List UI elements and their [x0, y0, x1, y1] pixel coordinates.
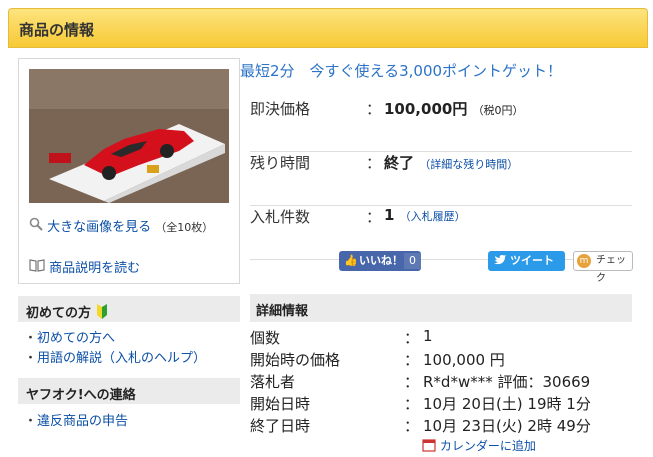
bids-count: 1: [384, 206, 395, 224]
contact-section-title: ヤフオク!への連絡: [26, 388, 136, 403]
time-left-colon: ：: [366, 154, 382, 172]
enlarge-image-link[interactable]: 大きな画像を見る: [47, 220, 151, 235]
tax-note: （税0円）: [472, 104, 524, 117]
beginner-mark-icon: [96, 304, 108, 321]
bullet: ・: [24, 331, 38, 346]
price-row: 即決価格 ： 100,000円 （税0円）: [250, 98, 632, 152]
bids-value: 1 （入札履歴）: [384, 206, 466, 224]
start-date-value: 10月 20日(土) 19時 1分: [423, 395, 591, 413]
search-icon: [29, 217, 47, 235]
detail-colon: ：: [404, 329, 420, 347]
quantity-value: 1: [423, 327, 433, 345]
section-header: 商品の情報: [8, 8, 648, 48]
detail-colon: ：: [404, 417, 420, 435]
time-left-value: 終了 （詳細な残り時間）: [384, 152, 518, 173]
image-count: （全10枚）: [155, 221, 214, 234]
winner-label: 落札者: [250, 373, 296, 391]
time-left-label: 残り時間: [250, 154, 311, 172]
quantity-label: 個数: [250, 329, 281, 347]
beginner-guide-link[interactable]: 初めての方へ: [37, 331, 115, 346]
like-count: 0: [404, 253, 421, 269]
tweet-button[interactable]: ツイート: [488, 251, 565, 271]
bids-label: 入札件数: [250, 208, 311, 226]
check-button[interactable]: m チェック: [573, 251, 633, 284]
contact-section-header: ヤフオク!への連絡: [18, 378, 240, 404]
calendar-icon: [422, 439, 440, 453]
section-title: 商品の情報: [19, 21, 95, 39]
start-price-label: 開始時の価格: [250, 351, 341, 369]
beginner-section-title: 初めての方: [26, 306, 92, 321]
description-row: 商品説明を読む: [29, 258, 140, 279]
bullet: ・: [24, 351, 38, 366]
detail-colon: ：: [404, 351, 420, 369]
price-amount: 100,000円: [384, 100, 468, 118]
time-left-status: 終了: [384, 154, 415, 172]
start-date-label: 開始日時: [250, 395, 311, 413]
beginner-section-header: 初めての方: [18, 296, 240, 322]
bids-colon: ：: [366, 208, 382, 226]
facebook-like-button[interactable]: 👍 いいね！ 0: [339, 251, 421, 271]
book-icon: [29, 259, 49, 276]
price-label: 即決価格: [250, 100, 311, 118]
check-icon: m: [577, 254, 591, 268]
sidebar-item-report[interactable]: ・違反商品の申告: [24, 410, 128, 429]
details-header: 詳細情報: [250, 294, 632, 322]
item-image-panel: 大きな画像を見る （全10枚） 商品説明を読む: [18, 58, 240, 284]
sidebar-item-beginner-guide[interactable]: ・初めての方へ: [24, 327, 115, 346]
enlarge-image-row: 大きな画像を見る （全10枚）: [29, 217, 213, 238]
read-description-link[interactable]: 商品説明を読む: [49, 261, 140, 276]
bid-history-link[interactable]: （入札履歴）: [400, 210, 466, 223]
point-promo-link[interactable]: 最短2分 今すぐ使える3,000ポイントゲット！: [240, 60, 562, 81]
price-value: 100,000円 （税0円）: [384, 98, 524, 119]
detail-colon: ：: [404, 395, 420, 413]
price-colon: ：: [366, 100, 382, 118]
details-title: 詳細情報: [256, 304, 309, 319]
tweet-label: ツイート: [510, 254, 554, 267]
start-price-value: 100,000 円: [423, 351, 505, 369]
sidebar-item-glossary[interactable]: ・用語の解説（入札のヘルプ）: [24, 347, 206, 366]
bullet: ・: [24, 414, 38, 429]
add-calendar-row: カレンダーに追加: [422, 437, 536, 454]
twitter-bird-icon: [494, 251, 507, 271]
add-to-calendar-link[interactable]: カレンダーに追加: [440, 439, 536, 453]
glossary-link[interactable]: 用語の解説（入札のヘルプ）: [37, 351, 206, 366]
detailed-time-link[interactable]: （詳細な残り時間）: [419, 158, 518, 171]
check-label: チェック: [596, 255, 626, 284]
item-photo[interactable]: [29, 69, 229, 203]
time-left-row: 残り時間 ： 終了 （詳細な残り時間）: [250, 152, 632, 206]
like-label: いいね！: [359, 254, 403, 267]
facebook-thumb-icon: 👍: [344, 254, 358, 267]
detail-colon: ：: [404, 373, 420, 391]
end-date-label: 終了日時: [250, 417, 311, 435]
winner-value: R*d*w*** 評価：30669: [423, 373, 591, 391]
end-date-value: 10月 23日(火) 2時 49分: [423, 417, 591, 435]
report-violation-link[interactable]: 違反商品の申告: [37, 414, 128, 429]
